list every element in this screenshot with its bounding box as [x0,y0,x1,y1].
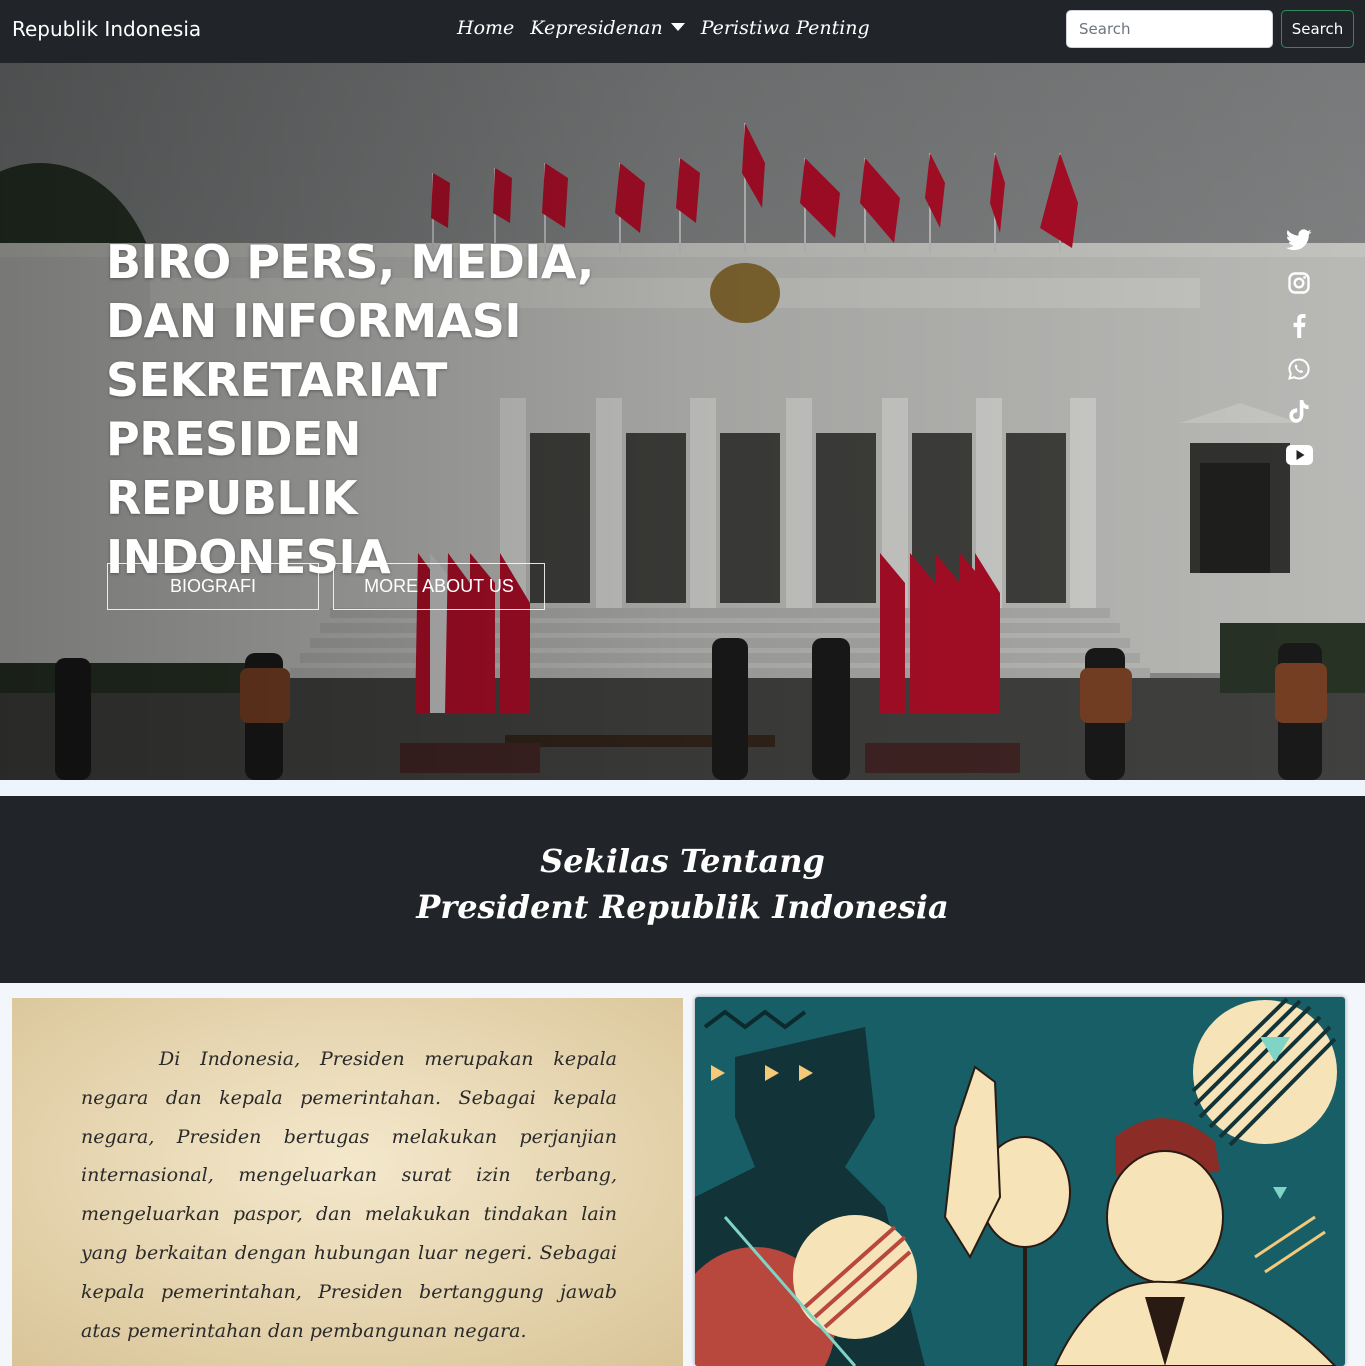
nav-kepresidenan-label: Kepresidenan [530,17,663,39]
twitter-icon[interactable] [1282,218,1316,261]
sekilas-section: Sekilas Tentang President Republik Indon… [0,796,1365,983]
about-section: Di Indonesia, Presiden merupakan kepala … [0,983,1365,1366]
sekilas-heading-line1: Sekilas Tentang [540,842,825,880]
youtube-icon[interactable] [1282,433,1316,476]
top-navbar: Republik Indonesia Home Kepresidenan Per… [0,0,1365,63]
paper-card: Di Indonesia, Presiden merupakan kepala … [12,998,683,1366]
chevron-down-icon [670,23,685,31]
nav-home[interactable]: Home [457,17,514,39]
section-divider [0,780,1365,796]
hero-section: BIRO PERS, MEDIA, DAN INFORMASI SEKRETAR… [0,63,1365,780]
whatsapp-icon[interactable] [1282,347,1316,390]
tiktok-icon[interactable] [1282,390,1316,433]
about-paragraph: Di Indonesia, Presiden merupakan kepala … [81,1048,617,1342]
sekilas-heading-line2: President Republik Indonesia [416,888,949,926]
nav-kepresidenan-dropdown[interactable]: Kepresidenan [530,17,685,39]
instagram-icon[interactable] [1282,261,1316,304]
soekarno-illustration [695,997,1345,1366]
more-about-us-button[interactable]: MORE ABOUT US [333,563,545,610]
search-input[interactable] [1066,10,1273,48]
social-links [1282,218,1316,476]
brand-link[interactable]: Republik Indonesia [12,17,201,41]
nav-peristiwa-penting[interactable]: Peristiwa Penting [701,17,870,39]
hero-title: BIRO PERS, MEDIA, DAN INFORMASI SEKRETAR… [106,235,594,584]
facebook-icon[interactable] [1282,304,1316,347]
nav-links: Home Kepresidenan Peristiwa Penting [457,17,886,39]
search-button[interactable]: Search [1281,10,1354,48]
biografi-button[interactable]: BIOGRAFI [107,563,319,610]
